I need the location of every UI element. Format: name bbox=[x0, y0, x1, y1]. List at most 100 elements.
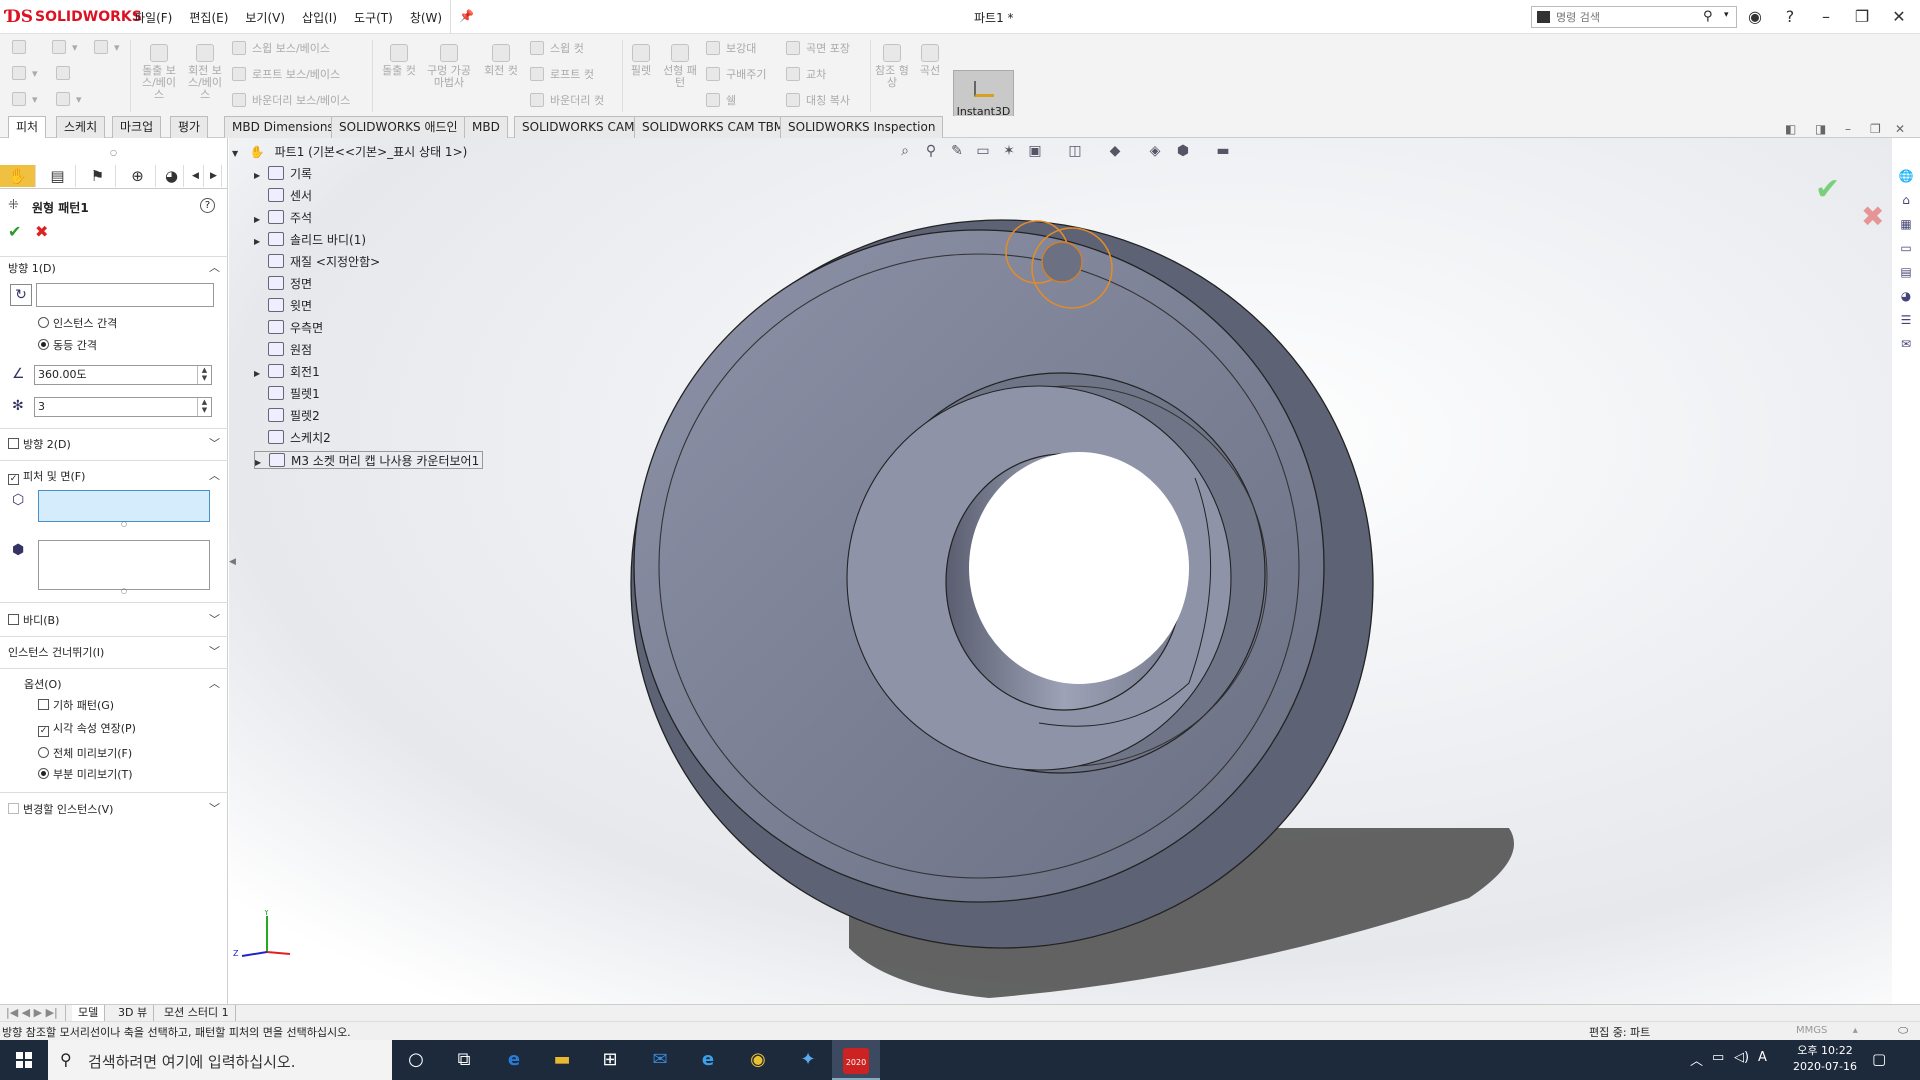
tree-item-revolve1[interactable]: ▶ 회전1 bbox=[254, 363, 320, 381]
edge-browser-icon[interactable]: e bbox=[490, 1040, 538, 1080]
minimize-document-icon[interactable]: – bbox=[1845, 122, 1851, 136]
tab-mbd-dimensions[interactable]: MBD Dimensions bbox=[224, 116, 342, 138]
task-view-icon[interactable]: ⧉ bbox=[440, 1040, 488, 1080]
chevron-up-icon[interactable]: ︿ bbox=[209, 675, 220, 691]
confirm-corner-cancel-icon[interactable]: ✖ bbox=[1861, 200, 1884, 233]
tab-solidworks-cam-tbm[interactable]: SOLIDWORKS CAM TBM bbox=[634, 116, 793, 138]
tree-item-counterbore[interactable]: ▶ M3 소켓 머리 캡 나사용 카운터보어1 bbox=[254, 451, 484, 472]
dimxpert-tab-icon[interactable]: ⊕ bbox=[120, 165, 156, 187]
bodies-checkbox[interactable]: 바디(B) bbox=[8, 612, 59, 628]
bodies-header[interactable]: 바디(B) ﹀ bbox=[8, 611, 220, 627]
panel-grip[interactable]: ○ bbox=[110, 148, 117, 157]
boundary-boss-button[interactable]: 바운더리 보스/베이스 bbox=[232, 92, 350, 108]
chevron-down-icon[interactable]: ﹀ bbox=[209, 800, 220, 816]
menu-file[interactable]: 파일(F) bbox=[134, 9, 172, 26]
view-orientation-icon[interactable]: ▣ bbox=[1025, 143, 1045, 161]
features-to-pattern-list[interactable] bbox=[38, 490, 210, 522]
tab-solidworks-addins[interactable]: SOLIDWORKS 애드인 bbox=[331, 116, 466, 138]
revolve-boss-button[interactable]: 회전 보스/베이스 bbox=[184, 44, 226, 101]
split-left-icon[interactable]: ◧ bbox=[1785, 122, 1796, 136]
chevron-down-icon[interactable]: ﹀ bbox=[209, 435, 220, 451]
view-palette-icon[interactable]: ▤ bbox=[1897, 265, 1915, 283]
boundary-cut-button[interactable]: 바운더리 컷 bbox=[530, 92, 604, 108]
tree-item-front-plane[interactable]: 정면 bbox=[254, 275, 312, 293]
cancel-button[interactable]: ✖ bbox=[35, 222, 48, 241]
shell-button[interactable]: 쉘 bbox=[706, 92, 736, 108]
property-manager-tab-icon[interactable]: ▤ bbox=[40, 165, 76, 187]
view-settings-icon[interactable]: ▬ bbox=[1213, 143, 1233, 161]
tree-item-fillet1[interactable]: 필렛1 bbox=[254, 385, 320, 403]
tree-item-fillet2[interactable]: 필렛2 bbox=[254, 407, 320, 425]
help-icon[interactable]: ? bbox=[200, 198, 215, 213]
direction2-checkbox[interactable]: 방향 2(D) bbox=[8, 436, 71, 452]
draft-button[interactable]: 구배주기 bbox=[706, 66, 766, 82]
menu-tools[interactable]: 도구(T) bbox=[354, 9, 393, 26]
confirm-corner-ok-icon[interactable]: ✔ bbox=[1815, 172, 1840, 207]
tree-item-top-plane[interactable]: 윗면 bbox=[254, 297, 312, 315]
edit-appearance-icon[interactable]: ◈ bbox=[1145, 143, 1165, 161]
tree-root-part[interactable]: ▼ ✋ 파트1 (기본<<기본>_표시 상태 1>) bbox=[232, 143, 467, 161]
expand-arrow-icon[interactable]: ▶ bbox=[254, 167, 268, 185]
pattern-axis-field[interactable] bbox=[36, 283, 214, 307]
home-icon[interactable]: ⌂ bbox=[1897, 193, 1915, 211]
panel-collapse-handle[interactable]: ◀ bbox=[229, 557, 236, 567]
tree-item-sketch2[interactable]: 스케치2 bbox=[254, 429, 331, 447]
hole-wizard-button[interactable]: 구멍 가공 마법사 bbox=[424, 44, 474, 89]
chrome-icon[interactable]: ◉ bbox=[734, 1040, 782, 1080]
mirror-button[interactable]: 대칭 복사 bbox=[786, 92, 850, 108]
restore-button[interactable]: ❐ bbox=[1850, 7, 1874, 26]
hide-show-items-icon[interactable]: ◆ bbox=[1105, 143, 1125, 161]
chevron-down-icon[interactable]: ﹀ bbox=[209, 643, 220, 659]
system-clock[interactable]: 오후 10:22 2020-07-16 bbox=[1790, 1043, 1860, 1075]
menu-window[interactable]: 창(W) bbox=[410, 9, 442, 26]
appearances-icon[interactable]: ◕ bbox=[1897, 289, 1915, 307]
custom-properties-icon[interactable]: ☰ bbox=[1897, 313, 1915, 331]
instance-count-input[interactable]: 3 ▲ ▼ bbox=[34, 397, 212, 417]
solidworks-resources-icon[interactable]: 🌐 bbox=[1897, 169, 1915, 187]
revolve-cut-button[interactable]: 회전 컷 bbox=[480, 44, 522, 77]
display-style-icon[interactable]: ◫ bbox=[1065, 143, 1085, 161]
taskbar-search-box[interactable]: ⚲ 검색하려면 여기에 입력하십시오. bbox=[48, 1040, 392, 1080]
network-icon[interactable]: ▭ bbox=[1712, 1050, 1724, 1065]
expand-arrow-icon[interactable]: ▶ bbox=[255, 454, 269, 472]
file-explorer-icon[interactable]: ▬ bbox=[538, 1040, 586, 1080]
menu-edit[interactable]: 편집(E) bbox=[189, 9, 228, 26]
chevron-down-icon[interactable]: ﹀ bbox=[209, 611, 220, 627]
undo-icon[interactable]: ▾ bbox=[94, 40, 120, 54]
full-preview-radio[interactable]: 전체 미리보기(F) bbox=[38, 745, 132, 761]
split-right-icon[interactable]: ◨ bbox=[1815, 122, 1826, 136]
user-account-icon[interactable]: ◉ bbox=[1743, 7, 1767, 26]
angle-stepper[interactable]: ▲ ▼ bbox=[197, 366, 211, 384]
counterbore-hole[interactable] bbox=[1041, 241, 1083, 283]
equal-spacing-radio[interactable]: 동등 간격 bbox=[38, 337, 97, 353]
loft-cut-button[interactable]: 로프트 컷 bbox=[530, 66, 594, 82]
units-selector[interactable]: MMGS ▴ bbox=[1796, 1025, 1858, 1036]
tab-scroll-left-icon[interactable]: ◀ bbox=[188, 165, 204, 187]
configuration-manager-tab-icon[interactable]: ⚑ bbox=[80, 165, 116, 187]
file-explorer-icon[interactable]: ▭ bbox=[1897, 241, 1915, 259]
tab-solidworks-cam[interactable]: SOLIDWORKS CAM bbox=[514, 116, 643, 138]
zoom-to-fit-icon[interactable]: ⌕ bbox=[895, 143, 915, 161]
solidworks-taskbar-icon[interactable]: 2020 bbox=[832, 1040, 880, 1080]
chevron-down-icon[interactable]: ▾ bbox=[1724, 10, 1729, 20]
tab-sketch[interactable]: 스케치 bbox=[56, 116, 106, 138]
pin-icon[interactable]: 📌 bbox=[459, 9, 474, 26]
expand-arrow-icon[interactable]: ▶ bbox=[254, 233, 268, 251]
command-search-input[interactable] bbox=[1556, 9, 1696, 25]
options-gear-icon[interactable]: ▾ bbox=[56, 92, 82, 106]
tree-item-solid-bodies[interactable]: ▶ 솔리드 바디(1) bbox=[254, 231, 366, 249]
list-resize-grip[interactable]: ○ bbox=[121, 520, 127, 528]
pinned-app-icon[interactable]: ✦ bbox=[784, 1040, 832, 1080]
intersect-button[interactable]: 교차 bbox=[786, 66, 826, 82]
loft-boss-button[interactable]: 로프트 보스/베이스 bbox=[232, 66, 340, 82]
menu-view[interactable]: 보기(V) bbox=[245, 9, 285, 26]
store-icon[interactable]: ⊞ bbox=[586, 1040, 634, 1080]
features-faces-checkbox[interactable]: ✓ 피처 및 면(F) bbox=[8, 468, 85, 485]
rib-button[interactable]: 보강대 bbox=[706, 40, 756, 56]
tree-item-annotations[interactable]: ▶ 주석 bbox=[254, 209, 312, 227]
geometry-pattern-checkbox[interactable]: 기하 패턴(G) bbox=[38, 697, 114, 713]
tab-3d-views[interactable]: 3D 뷰 bbox=[112, 1005, 155, 1022]
minimize-button[interactable]: – bbox=[1814, 7, 1838, 26]
mail-icon[interactable]: ✉ bbox=[636, 1040, 684, 1080]
extrude-cut-button[interactable]: 돌출 컷 bbox=[378, 44, 420, 77]
